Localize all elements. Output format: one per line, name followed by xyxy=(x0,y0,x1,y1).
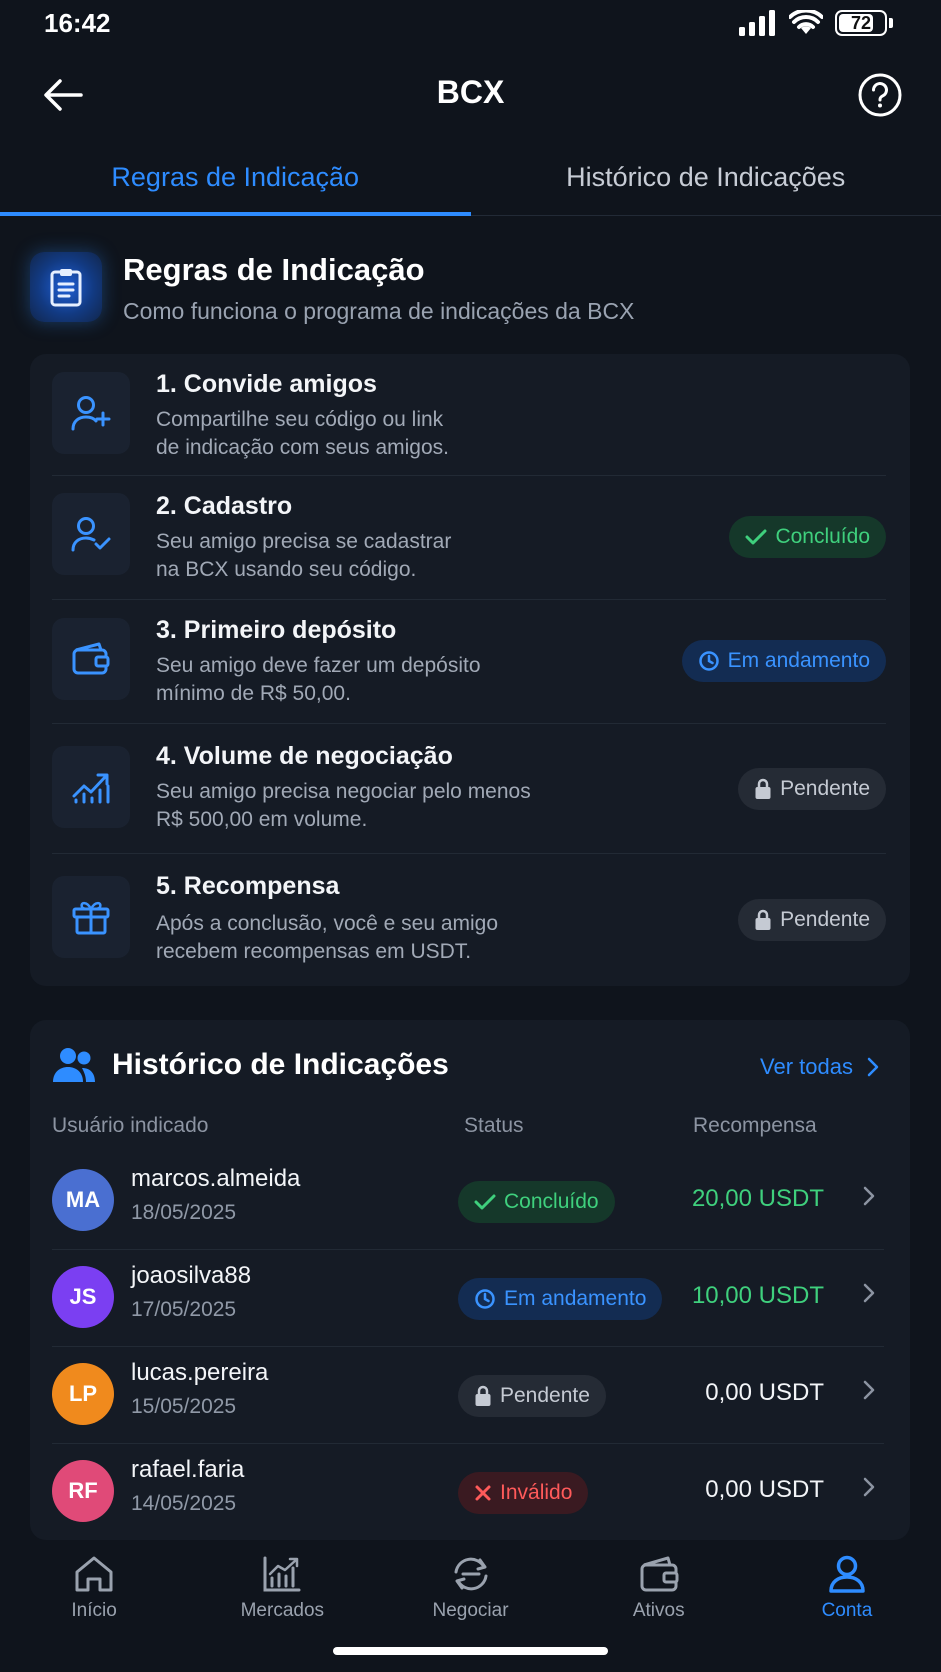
nav-home[interactable]: Início xyxy=(0,1540,188,1672)
lock-icon xyxy=(475,1385,491,1406)
check-icon xyxy=(474,1194,496,1210)
status-badge: Concluído xyxy=(729,516,886,558)
status-icons: 72 xyxy=(739,10,893,36)
step-1: 1. Convide amigos Compartilhe seu código… xyxy=(52,354,886,476)
avatar: LP xyxy=(52,1363,114,1425)
user-date: 17/05/2025 xyxy=(131,1298,237,1321)
reward-value: 20,00 USDT xyxy=(691,1185,824,1212)
column-user: Usuário indicado xyxy=(52,1114,209,1137)
chevron-right-icon xyxy=(863,1477,875,1497)
clipboard-icon xyxy=(30,252,102,322)
step-description: Seu amigo deve fazer um depósito mínimo d… xyxy=(156,654,481,705)
user-date: 15/05/2025 xyxy=(131,1395,237,1418)
status-badge: Concluído xyxy=(458,1181,615,1223)
history-title: Histórico de Indicações xyxy=(112,1048,449,1081)
nav-account[interactable]: Conta xyxy=(753,1540,941,1672)
markets-icon xyxy=(263,1556,301,1592)
wifi-icon xyxy=(789,10,823,34)
user-name: marcos.almeida xyxy=(131,1165,301,1192)
clock-icon xyxy=(475,1289,495,1309)
step-description: Após a conclusão, você e seu amigo recebe… xyxy=(156,912,499,963)
table-row[interactable]: MA marcos.almeida 18/05/2025 Concluído 2… xyxy=(52,1153,884,1250)
step-2: 2. Cadastro Seu amigo precisa se cadastr… xyxy=(52,476,886,600)
home-indicator xyxy=(333,1647,608,1655)
status-badge: Em andamento xyxy=(681,640,886,682)
user-date: 14/05/2025 xyxy=(131,1492,237,1515)
check-icon xyxy=(745,529,767,545)
chevron-right-icon xyxy=(863,1380,875,1400)
see-all-link[interactable]: Ver todas xyxy=(760,1054,879,1080)
wallet-icon xyxy=(640,1556,679,1592)
step-5: 5. Recompensa Após a conclusão, você e s… xyxy=(52,854,886,986)
avatar: RF xyxy=(52,1460,114,1522)
tab-rules[interactable]: Regras de Indicação xyxy=(0,150,471,216)
table-row[interactable]: LP lucas.pereira 15/05/2025 Pendente 0,0… xyxy=(52,1347,884,1444)
chart-up-icon xyxy=(52,746,130,828)
page-title: BCX xyxy=(436,74,505,110)
user-name: rafael.faria xyxy=(131,1456,245,1483)
step-title: 1. Convide amigos xyxy=(156,370,377,398)
help-icon xyxy=(858,73,902,117)
status-badge: Pendente xyxy=(458,1375,606,1417)
status-badge: Pendente xyxy=(738,768,886,810)
user-name: lucas.pereira xyxy=(131,1359,269,1386)
chevron-right-icon xyxy=(867,1057,879,1077)
step-4: 4. Volume de negociação Seu amigo precis… xyxy=(52,724,886,854)
user-check-icon xyxy=(52,493,130,575)
step-title: 4. Volume de negociação xyxy=(156,742,453,770)
step-3: 3. Primeiro depósito Seu amigo deve faze… xyxy=(52,600,886,724)
user-date: 18/05/2025 xyxy=(131,1201,237,1224)
step-title: 3. Primeiro depósito xyxy=(156,616,397,644)
gift-icon xyxy=(52,876,130,958)
reward-value: 10,00 USDT xyxy=(691,1282,824,1309)
chevron-right-icon xyxy=(863,1283,875,1303)
clock-icon xyxy=(698,651,719,671)
wallet-icon xyxy=(52,618,130,700)
home-icon xyxy=(75,1556,113,1592)
reward-value: 0,00 USDT xyxy=(705,1379,824,1406)
x-icon xyxy=(475,1485,491,1501)
status-badge: Em andamento xyxy=(458,1278,663,1320)
help-button[interactable] xyxy=(857,72,903,118)
signal-icon xyxy=(739,10,775,36)
step-title: 5. Recompensa xyxy=(156,872,340,900)
column-status: Status xyxy=(464,1114,524,1137)
step-description: Seu amigo precisa negociar pelo menos R$ … xyxy=(156,780,531,831)
status-badge: Pendente xyxy=(738,899,886,941)
battery-indicator: 72 xyxy=(835,10,887,36)
steps-card: 1. Convide amigos Compartilhe seu código… xyxy=(30,354,910,986)
lock-icon xyxy=(755,909,771,930)
step-description: Compartilhe seu código ou link de indicaç… xyxy=(156,408,449,459)
table-row[interactable]: RF rafael.faria 14/05/2025 Inválido 0,00… xyxy=(52,1444,884,1541)
battery-level: 72 xyxy=(850,12,872,33)
account-icon xyxy=(829,1555,865,1593)
trade-icon xyxy=(454,1557,487,1591)
lock-icon xyxy=(755,778,771,799)
chevron-right-icon xyxy=(863,1186,875,1206)
users-icon xyxy=(53,1048,95,1082)
user-name: joaosilva88 xyxy=(131,1262,252,1289)
user-plus-icon xyxy=(52,372,130,454)
tab-history[interactable]: Histórico de Indicações xyxy=(471,150,941,215)
tab-bar: Regras de Indicação Histórico de Indicaç… xyxy=(0,150,941,216)
table-row[interactable]: JS joaosilva88 17/05/2025 Em andamento 1… xyxy=(52,1250,884,1347)
rules-subtitle: Como funciona o programa de indicações d… xyxy=(123,298,635,324)
step-title: 2. Cadastro xyxy=(156,492,293,520)
avatar: MA xyxy=(52,1169,114,1231)
avatar: JS xyxy=(52,1266,114,1328)
column-reward: Recompensa xyxy=(693,1114,817,1137)
reward-value: 0,00 USDT xyxy=(705,1476,824,1503)
status-badge: Inválido xyxy=(458,1472,589,1514)
rules-title: Regras de Indicação xyxy=(123,252,425,287)
step-description: Seu amigo precisa se cadastrar na BCX usa… xyxy=(156,530,452,581)
status-time: 16:42 xyxy=(44,8,111,38)
